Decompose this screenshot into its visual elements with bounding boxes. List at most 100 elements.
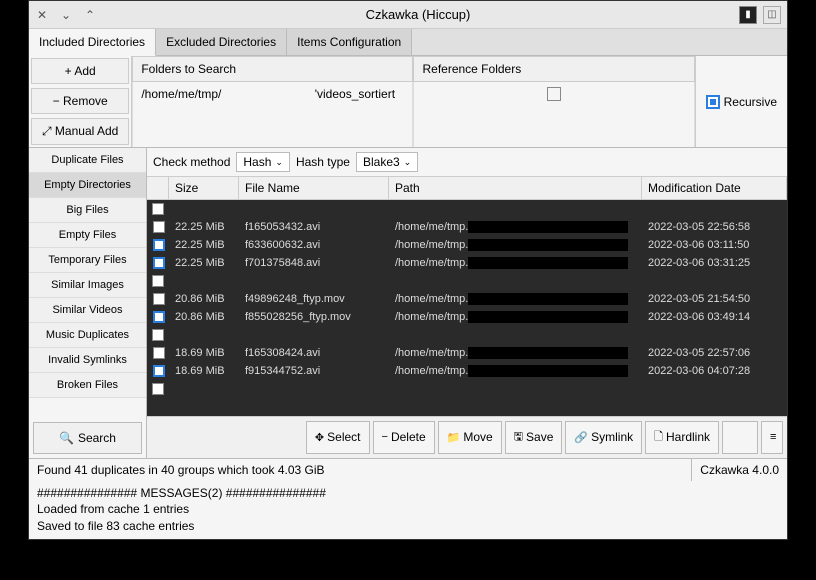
results-table[interactable]: 22.25 MiBf165053432.avi/home/me/tmp.2022… xyxy=(147,200,787,416)
col-name[interactable]: File Name xyxy=(239,177,389,199)
hardlink-button[interactable]: 🗋 Hardlink xyxy=(645,421,719,454)
chevron-down-icon: ⌄ xyxy=(275,157,283,168)
sidebar-item-empty-files[interactable]: Empty Files xyxy=(29,223,146,248)
group-checkbox[interactable] xyxy=(152,275,164,287)
cell-name: f165308424.avi xyxy=(239,347,389,359)
row-checkbox[interactable] xyxy=(153,221,165,233)
cell-size: 18.69 MiB xyxy=(169,365,239,377)
cell-date: 2022-03-05 22:57:06 xyxy=(642,347,787,359)
minimize-icon[interactable]: ⌄ xyxy=(59,8,73,22)
table-row[interactable]: 22.25 MiBf701375848.avi/home/me/tmp.2022… xyxy=(147,254,787,272)
sidebar: Duplicate FilesEmpty DirectoriesBig File… xyxy=(29,148,147,458)
group-checkbox[interactable] xyxy=(152,203,164,215)
sidebar-item-music-duplicates[interactable]: Music Duplicates xyxy=(29,323,146,348)
cell-date: 2022-03-06 03:31:25 xyxy=(642,257,787,269)
popup-icon[interactable]: ◫ xyxy=(763,6,781,24)
chevron-down-icon: ⌄ xyxy=(404,157,412,168)
tab-items-config[interactable]: Items Configuration xyxy=(287,29,412,55)
remove-button[interactable]: − Remove xyxy=(31,88,129,114)
cell-date: 2022-03-05 22:56:58 xyxy=(642,221,787,233)
config-tabs: Included Directories Excluded Directorie… xyxy=(29,29,787,56)
cell-path: /home/me/tmp. xyxy=(389,365,642,377)
row-checkbox[interactable] xyxy=(153,311,165,323)
maximize-icon[interactable]: ⌃ xyxy=(83,8,97,22)
status-text: Found 41 duplicates in 40 groups which t… xyxy=(29,459,692,481)
close-icon[interactable]: ✕ xyxy=(35,8,49,22)
cell-size: 20.86 MiB xyxy=(169,293,239,305)
table-row[interactable]: 20.86 MiBf855028256_ftyp.mov/home/me/tmp… xyxy=(147,308,787,326)
cell-path: /home/me/tmp. xyxy=(389,239,642,251)
cell-date: 2022-03-06 03:11:50 xyxy=(642,239,787,251)
folders-search-header: Folders to Search xyxy=(132,56,413,82)
sidebar-item-empty-directories[interactable]: Empty Directories xyxy=(29,173,146,198)
folders-area: + Add − Remove ⤢ Manual Add Folders to S… xyxy=(29,56,787,148)
cell-size: 22.25 MiB xyxy=(169,257,239,269)
row-checkbox[interactable] xyxy=(153,347,165,359)
version-text: Czkawka 4.0.0 xyxy=(692,459,787,481)
cell-path: /home/me/tmp. xyxy=(389,221,642,233)
col-path[interactable]: Path xyxy=(389,177,642,199)
cell-path: /home/me/tmp. xyxy=(389,257,642,269)
save-button[interactable]: 🖫 Save xyxy=(505,421,563,454)
reference-checkbox[interactable] xyxy=(547,87,561,101)
group-checkbox[interactable] xyxy=(152,383,164,395)
hash-type-dropdown[interactable]: Blake3⌄ xyxy=(356,152,418,172)
cell-name: f633600632.avi xyxy=(239,239,389,251)
folder-path-cell[interactable]: /home/me/tmp/ 'videos_sortiert xyxy=(132,82,413,147)
window-title: Czkawka (Hiccup) xyxy=(97,7,739,22)
manual-add-button[interactable]: ⤢ Manual Add xyxy=(31,118,129,145)
check-method-dropdown[interactable]: Hash⌄ xyxy=(236,152,290,172)
search-button[interactable]: 🔍Search xyxy=(33,422,142,454)
messages-panel: ############### MESSAGES(2) ############… xyxy=(29,481,787,539)
cell-name: f49896248_ftyp.mov xyxy=(239,293,389,305)
row-checkbox[interactable] xyxy=(153,257,165,269)
delete-button[interactable]: − Delete xyxy=(373,421,435,454)
titlebar: ✕ ⌄ ⌃ Czkawka (Hiccup) ▮ ◫ xyxy=(29,1,787,29)
cell-name: f701375848.avi xyxy=(239,257,389,269)
group-checkbox[interactable] xyxy=(152,329,164,341)
sidebar-item-broken-files[interactable]: Broken Files xyxy=(29,373,146,398)
menu-button[interactable]: ≡ xyxy=(761,421,783,454)
tab-included-dirs[interactable]: Included Directories xyxy=(29,29,156,56)
thumbnail-button[interactable] xyxy=(722,421,758,454)
cell-name: f915344752.avi xyxy=(239,365,389,377)
cell-date: 2022-03-06 04:07:28 xyxy=(642,365,787,377)
statusbar: Found 41 duplicates in 40 groups which t… xyxy=(29,458,787,481)
table-row[interactable]: 18.69 MiBf165308424.avi/home/me/tmp.2022… xyxy=(147,344,787,362)
check-method-label: Check method xyxy=(153,155,230,169)
sidebar-item-invalid-symlinks[interactable]: Invalid Symlinks xyxy=(29,348,146,373)
col-size[interactable]: Size xyxy=(169,177,239,199)
table-header: Size File Name Path Modification Date xyxy=(147,177,787,200)
sidebar-item-big-files[interactable]: Big Files xyxy=(29,198,146,223)
tab-excluded-dirs[interactable]: Excluded Directories xyxy=(156,29,287,55)
row-checkbox[interactable] xyxy=(153,365,165,377)
table-row[interactable]: 18.69 MiBf915344752.avi/home/me/tmp.2022… xyxy=(147,362,787,380)
sidebar-item-similar-images[interactable]: Similar Images xyxy=(29,273,146,298)
table-row[interactable]: 22.25 MiBf633600632.avi/home/me/tmp.2022… xyxy=(147,236,787,254)
col-date[interactable]: Modification Date xyxy=(642,177,787,199)
sidebar-item-similar-videos[interactable]: Similar Videos xyxy=(29,298,146,323)
recursive-label: Recursive xyxy=(724,95,777,109)
recursive-checkbox[interactable] xyxy=(706,95,720,109)
cell-date: 2022-03-06 03:49:14 xyxy=(642,311,787,323)
sidebar-item-duplicate-files[interactable]: Duplicate Files xyxy=(29,148,146,173)
row-checkbox[interactable] xyxy=(153,293,165,305)
cell-path: /home/me/tmp. xyxy=(389,293,642,305)
symlink-button[interactable]: 🔗 Symlink xyxy=(565,421,642,454)
app-icon[interactable]: ▮ xyxy=(739,6,757,24)
cell-path: /home/me/tmp. xyxy=(389,311,642,323)
sidebar-item-temporary-files[interactable]: Temporary Files xyxy=(29,248,146,273)
reference-folders-header: Reference Folders xyxy=(413,56,694,82)
move-button[interactable]: 📁 Move xyxy=(438,421,502,454)
add-button[interactable]: + Add xyxy=(31,58,129,84)
action-bar: ✥ Select − Delete 📁 Move 🖫 Save 🔗 Symlin… xyxy=(147,416,787,458)
cell-size: 20.86 MiB xyxy=(169,311,239,323)
check-method-row: Check method Hash⌄ Hash type Blake3⌄ xyxy=(147,148,787,177)
hash-type-label: Hash type xyxy=(296,155,350,169)
table-row[interactable]: 22.25 MiBf165053432.avi/home/me/tmp.2022… xyxy=(147,218,787,236)
select-button[interactable]: ✥ Select xyxy=(306,421,370,454)
table-row[interactable]: 20.86 MiBf49896248_ftyp.mov/home/me/tmp.… xyxy=(147,290,787,308)
row-checkbox[interactable] xyxy=(153,239,165,251)
cell-name: f855028256_ftyp.mov xyxy=(239,311,389,323)
cell-size: 18.69 MiB xyxy=(169,347,239,359)
